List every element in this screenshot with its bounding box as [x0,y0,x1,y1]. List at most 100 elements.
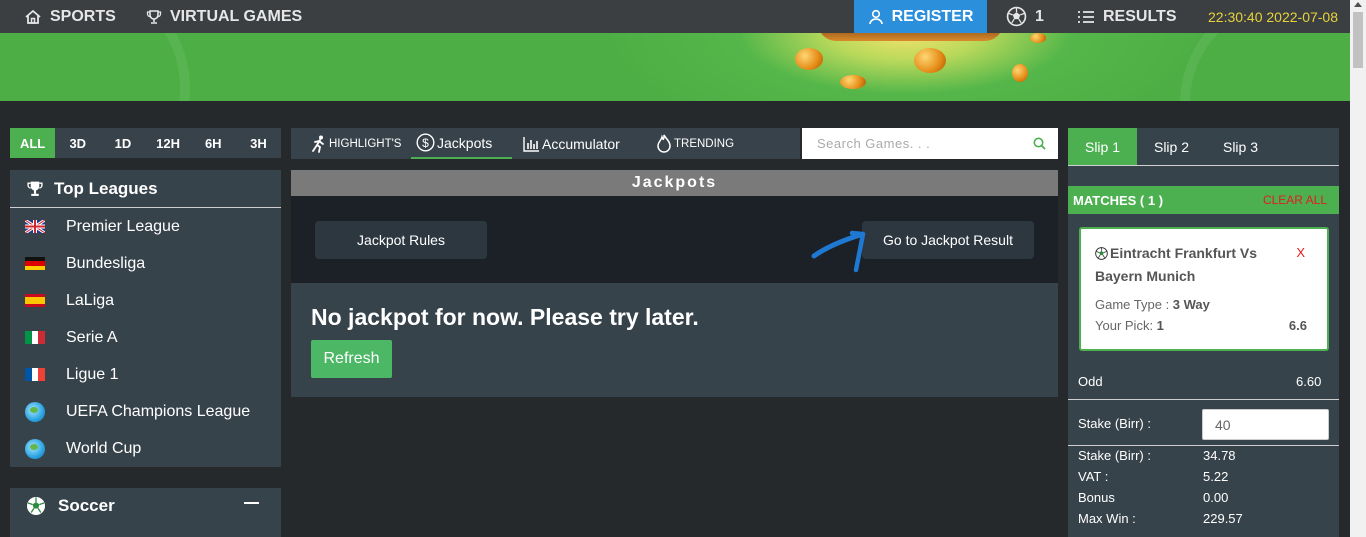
summary-bonus-label: Bonus [1078,490,1115,505]
jackpot-actions-bar: Jackpot Rules Go to Jackpot Result [291,196,1058,283]
time-filter-6h[interactable]: 6H [191,128,236,158]
time-filter-12h[interactable]: 12H [146,128,191,158]
summary-bonus-value: 0.00 [1203,490,1229,505]
summary-stake-value: 34.78 [1203,448,1236,463]
top-leagues-panel: Top Leagues Premier League Bundesliga La… [10,170,281,467]
promo-banner[interactable] [0,33,1350,101]
league-label: Ligue 1 [66,365,119,383]
home-icon [24,9,42,25]
coin-image [795,48,823,70]
register-label: REGISTER [891,7,974,25]
summary-max-win-value: 229.57 [1203,511,1243,526]
league-uefa-champions-league[interactable]: UEFA Champions League [10,393,281,430]
league-label: World Cup [66,439,142,457]
top-leagues-header: Top Leagues [10,170,281,208]
trophy-icon [26,180,44,197]
your-pick-label: Your Pick: [1095,318,1157,333]
stake-input[interactable] [1203,410,1328,439]
league-ligue-1[interactable]: Ligue 1 [10,356,281,393]
treasure-chest-image [818,33,1003,41]
league-laliga[interactable]: LaLiga [10,282,281,319]
league-premier-league[interactable]: Premier League [10,208,281,245]
banner-decoration [0,33,190,101]
match-name-text: Eintracht Frankfurt Vs Bayern Munich [1095,245,1258,284]
page-scrollbar[interactable] [1350,0,1366,537]
banner-decoration [1180,33,1350,101]
uk-flag-icon [25,220,45,233]
nav-results-label: RESULTS [1103,7,1177,25]
tab-jackpots-label: Jackpots [437,134,493,151]
user-icon [868,9,884,25]
tab-slip-1[interactable]: Slip 1 [1068,128,1137,165]
tab-trending-label: TRENDING [674,137,735,150]
game-tabs: HIGHLIGHT'S $ Jackpots Accumulator TREND… [291,128,800,159]
trophy-icon [146,9,162,25]
collapse-icon[interactable] [244,502,259,504]
search-box [802,128,1058,159]
league-serie-a[interactable]: Serie A [10,319,281,356]
league-label: Premier League [66,217,180,235]
stake-label: Stake (Birr) : [1078,416,1151,431]
globe-icon [25,438,45,459]
jackpot-result-button[interactable]: Go to Jackpot Result [862,221,1034,259]
time-filter-1d[interactable]: 1D [100,128,145,158]
tab-highlights[interactable]: HIGHLIGHT'S [311,128,401,159]
odd-label: Odd [1078,374,1103,389]
tab-accumulator-label: Accumulator [542,135,620,152]
empty-message: No jackpot for now. Please try later. [311,304,699,330]
time-filter-bar: ALL 3D 1D 12H 6H 3H [10,128,281,158]
soccer-ball-icon [26,496,46,516]
match-title: Eintracht Frankfurt Vs Bayern Munich [1095,243,1285,287]
coin-image [840,75,866,89]
matches-count: MATCHES ( 1 ) [1073,192,1164,208]
selected-match-card: Eintracht Frankfurt Vs Bayern Munich X G… [1079,227,1329,351]
germany-flag-icon [25,257,45,270]
summary-vat-value: 5.22 [1203,469,1229,484]
bet-count: 1 [1035,7,1044,25]
soccer-header[interactable]: Soccer [10,488,281,524]
divider [1068,399,1339,400]
tab-highlights-label: HIGHLIGHT'S [329,137,402,150]
jackpot-empty-state: No jackpot for now. Please try later. Re… [291,283,1058,397]
time-filter-3d[interactable]: 3D [55,128,100,158]
time-filter-all[interactable]: ALL [10,128,56,158]
tab-slip-3[interactable]: Slip 3 [1206,128,1275,165]
spain-flag-icon [25,294,45,307]
summary-stake-label: Stake (Birr) : [1078,448,1151,463]
nav-sports[interactable]: SPORTS [24,0,116,33]
tab-trending[interactable]: TRENDING [656,128,734,159]
register-button[interactable]: REGISTER [854,0,987,33]
scroll-up-icon[interactable] [1354,2,1362,7]
soccer-panel: Soccer [10,488,281,537]
scrollbar-thumb[interactable] [1353,12,1363,68]
summary-max-win-label: Max Win : [1078,511,1136,526]
jackpots-heading: Jackpots [291,170,1058,196]
nav-virtual-games[interactable]: VIRTUAL GAMES [146,0,302,33]
soccer-title: Soccer [58,496,115,515]
refresh-button[interactable]: Refresh [311,340,392,378]
tab-jackpots[interactable]: $ Jackpots [411,128,512,159]
slip-tabs: Slip 1 Slip 2 Slip 3 [1068,128,1339,166]
league-bundesliga[interactable]: Bundesliga [10,245,281,282]
dollar-coin-icon: $ [416,133,435,152]
annotation-arrow-icon [811,230,866,273]
globe-icon [25,401,45,422]
divider [1068,445,1339,446]
jackpot-rules-button[interactable]: Jackpot Rules [315,221,487,259]
tab-slip-2[interactable]: Slip 2 [1137,128,1206,165]
search-input[interactable] [802,128,1058,159]
clear-all-button[interactable]: CLEAR ALL [1263,193,1327,207]
clock-datetime: 22:30:40 2022-07-08 [1208,8,1338,25]
nav-results[interactable]: RESULTS [1077,0,1176,33]
search-icon[interactable] [1033,137,1046,155]
flame-icon [656,134,672,153]
tab-accumulator[interactable]: Accumulator [523,128,620,159]
list-icon [1077,9,1095,25]
bet-slip: Slip 1 Slip 2 Slip 3 MATCHES ( 1 ) CLEAR… [1068,128,1339,537]
time-filter-3h[interactable]: 3H [236,128,281,158]
top-nav: SPORTS VIRTUAL GAMES REGISTER 1 RESULTS … [0,0,1350,33]
remove-match-button[interactable]: X [1296,245,1305,260]
league-world-cup[interactable]: World Cup [10,430,281,467]
game-type: Game Type : 3 Way [1095,297,1210,312]
bet-count-badge[interactable]: 1 [1006,0,1044,33]
